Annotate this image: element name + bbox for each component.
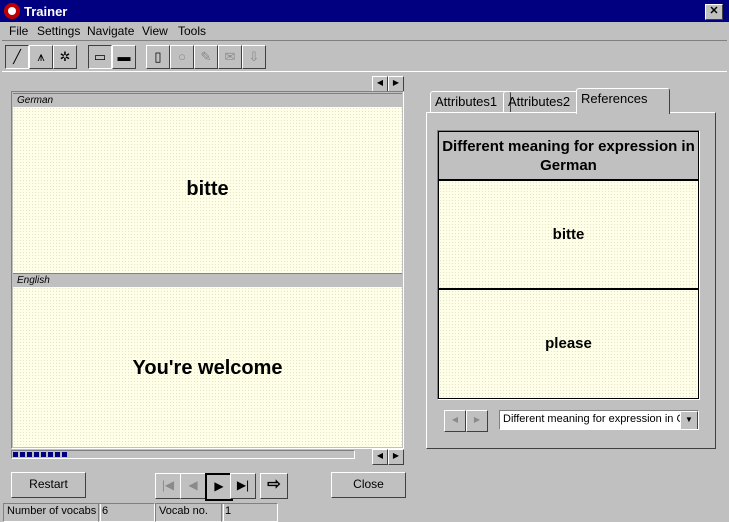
first-icon[interactable]: |◀: [155, 473, 181, 499]
references-row-text: please: [545, 335, 592, 352]
german-header: German: [13, 93, 402, 108]
card-area: German bitte English You're welcome: [11, 91, 404, 449]
line-tool-icon[interactable]: ╱: [5, 45, 29, 69]
scroll-right-button[interactable]: ▶: [388, 76, 404, 92]
chevron-down-icon[interactable]: ▼: [680, 411, 698, 429]
vocab-no-label: Vocab no.: [155, 503, 224, 522]
bottom-scroll-left-button[interactable]: ◀: [372, 449, 388, 465]
references-table: Different meaning for expression in Germ…: [437, 130, 700, 400]
window-close-button[interactable]: ✕: [705, 4, 723, 20]
ref-next-button[interactable]: ▶: [466, 410, 488, 432]
last-icon[interactable]: ▶|: [230, 473, 256, 499]
previous-icon[interactable]: ◀: [180, 473, 206, 499]
envelope-icon[interactable]: ✉: [218, 45, 242, 69]
references-row-text: bitte: [552, 226, 585, 243]
english-panel: English You're welcome: [13, 273, 402, 447]
english-header: English: [13, 273, 402, 288]
ref-prev-button[interactable]: ◀: [444, 410, 466, 432]
scroll-left-button[interactable]: ◀: [372, 76, 388, 92]
circle-icon[interactable]: ○: [170, 45, 194, 69]
monitor-dark-icon[interactable]: ▬: [112, 45, 136, 69]
graph-icon[interactable]: ⩚: [29, 45, 53, 69]
toolbar: ╱ ⩚ ✲ ▭ ▬ ▯ ○ ✎ ✉ ⇩: [2, 40, 727, 72]
menu-file[interactable]: File: [9, 24, 28, 38]
bottom-scroll-right-button[interactable]: ▶: [388, 449, 404, 465]
references-row: please: [439, 290, 698, 398]
title-bar: Trainer ✕: [0, 0, 729, 22]
references-dropdown[interactable]: Different meaning for expression in Ge ▼: [499, 410, 699, 430]
clipboard-icon[interactable]: ▯: [146, 45, 170, 69]
tab-references[interactable]: References: [576, 88, 670, 114]
progress-bar: [11, 450, 355, 459]
goto-arrow-icon[interactable]: ⇨: [260, 473, 288, 499]
references-dropdown-value: Different meaning for expression in Ge: [503, 413, 692, 425]
window-title: Trainer: [24, 4, 68, 19]
close-button[interactable]: Close: [331, 472, 406, 498]
play-icon[interactable]: ▶: [205, 473, 233, 501]
vocab-count-label: Number of vocabs: [3, 503, 101, 522]
menu-navigate[interactable]: Navigate: [87, 24, 134, 38]
german-word: bitte: [186, 178, 229, 200]
menu-settings[interactable]: Settings: [37, 24, 80, 38]
menu-bar: File Settings Navigate View Tools: [0, 22, 729, 40]
progress-fill: [13, 452, 67, 457]
vocab-count-value: 6: [98, 503, 155, 522]
monitor-icon[interactable]: ▭: [88, 45, 112, 69]
pencil-icon[interactable]: ✎: [194, 45, 218, 69]
references-tab-page: Different meaning for expression in Germ…: [426, 112, 716, 449]
bug-icon[interactable]: ✲: [53, 45, 77, 69]
download-icon[interactable]: ⇩: [242, 45, 266, 69]
restart-button[interactable]: Restart: [11, 472, 86, 498]
german-panel: German bitte: [13, 93, 402, 273]
vocab-no-value: 1: [221, 503, 278, 522]
app-icon: [4, 3, 20, 19]
references-header: Different meaning for expression in Germ…: [439, 132, 698, 179]
references-row: bitte: [439, 181, 698, 288]
menu-tools[interactable]: Tools: [178, 24, 206, 38]
menu-view[interactable]: View: [142, 24, 168, 38]
english-word: You're welcome: [132, 357, 283, 379]
